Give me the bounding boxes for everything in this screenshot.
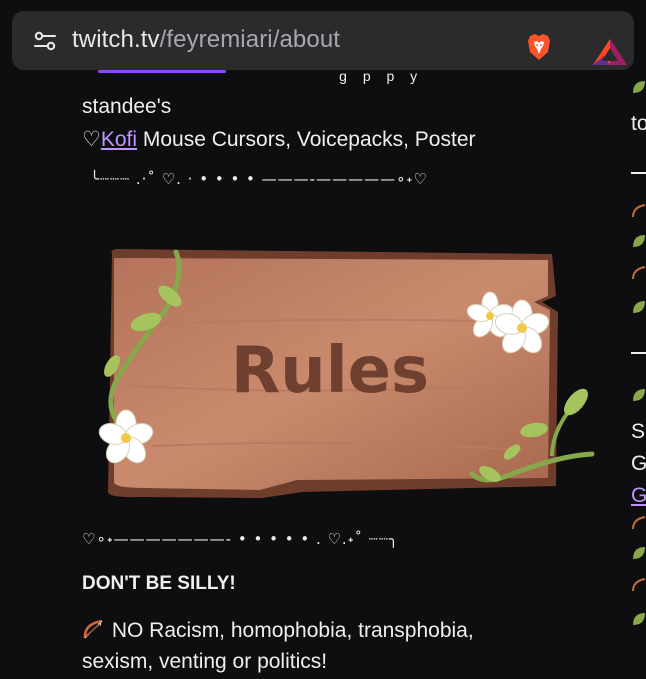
right-divider-1 (631, 172, 646, 174)
bow-and-arrow-icon (82, 618, 106, 640)
rule-1-text-a: NO Racism, homophobia, transphobia, (111, 619, 474, 642)
tune-icon[interactable] (34, 31, 56, 51)
bow-and-arrow-icon (632, 516, 646, 534)
right-frag-g: G (631, 452, 646, 475)
kofi-line: ♡Kofi Mouse Cursors, Voicepacks, Poster (82, 127, 476, 152)
address-bar[interactable]: twitch.tv/feyremiari/about (12, 11, 634, 70)
rules-title: Rules (231, 334, 429, 408)
bow-and-arrow-icon (632, 266, 646, 284)
right-frag-s: S (631, 420, 646, 443)
leaf-icon (632, 300, 646, 318)
adjacent-panel-clipped: to S G G (628, 70, 646, 679)
right-frag-link[interactable]: G (631, 484, 646, 508)
bat-triangle-icon[interactable] (592, 38, 628, 66)
heart-glyph: ♡ (82, 128, 101, 151)
leaf-icon (632, 234, 646, 252)
brave-lion-icon[interactable] (527, 33, 551, 61)
url-path: /feyremiari/about (159, 26, 341, 53)
leaf-icon (632, 80, 646, 98)
rules-panel-image[interactable]: Rules (82, 216, 612, 511)
rule-1-line-2: sexism, venting or politics! (82, 650, 328, 673)
kofi-link[interactable]: Kofi (101, 128, 137, 151)
rules-heading: DON'T BE SILLY! (82, 573, 236, 594)
kofi-line-rest: Mouse Cursors, Voicepacks, Poster (137, 128, 476, 151)
rule-1-line-1: NO Racism, homophobia, transphobia, (82, 618, 474, 643)
bow-and-arrow-icon (632, 204, 646, 222)
bow-and-arrow-icon (632, 578, 646, 596)
about-panel: ..........................g p p y stande… (82, 68, 595, 679)
divider-bottom: ♡∘˖———————- • • • • • . ♡.˖˚ ┈┈╮ (82, 530, 399, 548)
divider-top: ╰┈┈┈ .·˚ ♡. · • • • • ———-—————∘˖♡ (90, 170, 428, 188)
leaf-icon (632, 546, 646, 564)
browser-screen: twitch.tv/feyremiari/about .............… (0, 0, 646, 679)
leaf-icon (632, 388, 646, 406)
standees-text: standee's (82, 95, 172, 118)
right-frag-to: to (631, 112, 646, 135)
cut-off-text-row: ..........................g p p y (339, 68, 424, 84)
right-divider-2 (631, 352, 646, 354)
leaf-icon (632, 612, 646, 630)
url-host: twitch.tv (72, 26, 160, 53)
url-text[interactable]: twitch.tv/feyremiari/about (72, 26, 340, 54)
